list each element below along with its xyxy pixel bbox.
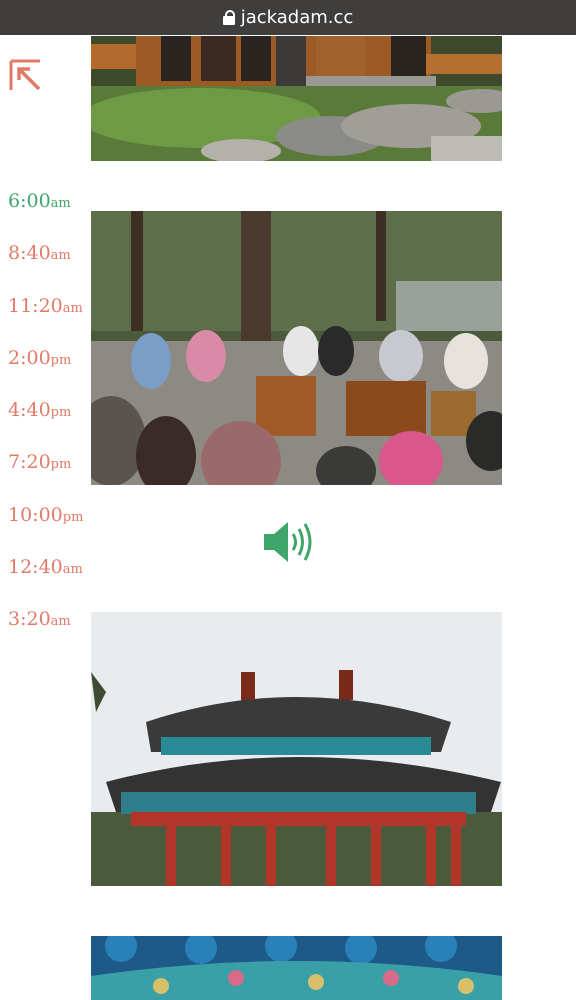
temple-photo <box>91 612 502 886</box>
time-navigation: 6:00am 8:40am 11:20am 2:00pm 4:40pm 7:20… <box>8 190 83 661</box>
time-link[interactable]: 12:40am <box>8 556 83 608</box>
time-suffix: am <box>62 562 83 578</box>
time-value: 4:40 <box>8 399 51 422</box>
musicians-photo <box>91 211 502 485</box>
time-value: 11:20 <box>8 294 63 317</box>
time-suffix: am <box>50 196 71 211</box>
time-suffix: pm <box>50 405 72 421</box>
speaker-icon[interactable] <box>262 518 316 566</box>
time-suffix: pm <box>50 352 72 368</box>
time-value: 10:00 <box>8 503 63 526</box>
time-link[interactable]: 4:40pm <box>8 399 83 451</box>
time-link[interactable]: 6:00am <box>8 190 83 242</box>
time-value: 12:40 <box>8 556 63 579</box>
url-text: jackadam.cc <box>240 7 354 28</box>
pavilion-photo <box>91 36 502 161</box>
time-suffix: am <box>50 614 71 630</box>
arrow-up-left-icon[interactable] <box>8 58 44 94</box>
browser-url-bar[interactable]: jackadam.cc <box>0 0 576 35</box>
time-suffix: am <box>62 300 83 316</box>
time-link[interactable]: 7:20pm <box>8 451 83 503</box>
ceiling-photo <box>91 936 502 1000</box>
time-value: 3:20 <box>8 608 51 631</box>
time-link[interactable]: 3:20am <box>8 608 83 660</box>
time-suffix: pm <box>62 509 84 525</box>
time-suffix: am <box>50 248 71 264</box>
url-display: jackadam.cc <box>222 7 354 28</box>
time-link[interactable]: 10:00pm <box>8 504 83 556</box>
lock-icon <box>222 10 235 25</box>
time-value: 6:00 <box>8 190 51 212</box>
time-suffix: pm <box>50 457 72 473</box>
time-link[interactable]: 11:20am <box>8 295 83 347</box>
time-link[interactable]: 2:00pm <box>8 347 83 399</box>
time-value: 2:00 <box>8 346 51 369</box>
time-link[interactable]: 8:40am <box>8 242 83 294</box>
time-value: 7:20 <box>8 451 51 474</box>
time-value: 8:40 <box>8 242 51 265</box>
